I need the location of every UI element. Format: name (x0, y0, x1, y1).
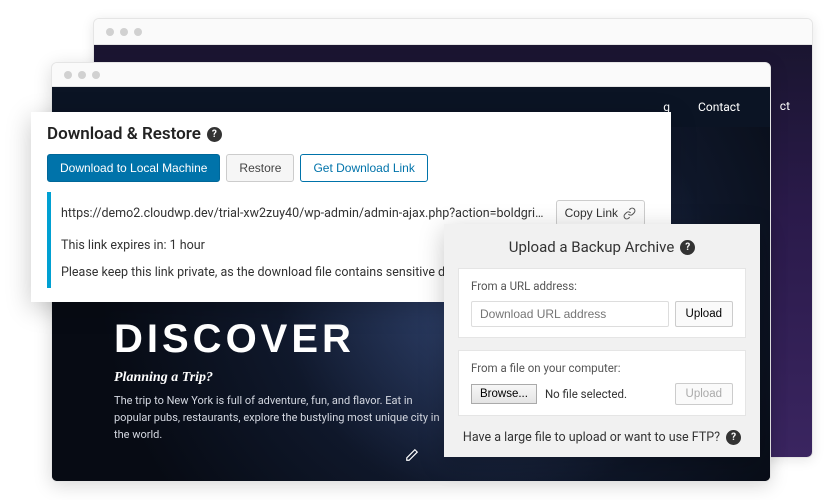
help-icon[interactable]: ? (207, 127, 222, 142)
get-download-link-button[interactable]: Get Download Link (300, 154, 427, 182)
button-row: Download to Local Machine Restore Get Do… (47, 154, 655, 182)
hero-subtitle: Planning a Trip? (114, 370, 444, 386)
panel-heading-text: Download & Restore (47, 124, 201, 144)
copy-link-button[interactable]: Copy Link (556, 200, 645, 226)
ftp-prompt: Have a large file to upload or want to u… (458, 430, 746, 445)
window-dots (106, 28, 142, 36)
nav-fragment: ct (780, 99, 790, 113)
link-icon (623, 207, 636, 220)
panel-heading: Download & Restore ? (47, 124, 655, 144)
upload-file-button: Upload (675, 383, 733, 405)
restore-button[interactable]: Restore (226, 154, 294, 182)
hero-body: The trip to New York is full of adventur… (114, 392, 444, 443)
upload-from-file-block: From a file on your computer: Browse... … (458, 350, 746, 416)
window-dots (64, 71, 100, 79)
help-icon[interactable]: ? (726, 430, 741, 445)
nav-link-contact[interactable]: Contact (698, 100, 740, 114)
dot-icon (106, 28, 114, 36)
window-chrome (52, 63, 770, 87)
ftp-prompt-text: Have a large file to upload or want to u… (463, 430, 720, 445)
upload-panel-heading: Upload a Backup Archive ? (458, 238, 746, 256)
url-input[interactable] (471, 301, 669, 327)
dot-icon (78, 71, 86, 79)
copy-link-label: Copy Link (565, 206, 618, 220)
pencil-icon[interactable] (400, 443, 424, 467)
upload-from-url-block: From a URL address: Upload (458, 268, 746, 338)
file-section-label: From a file on your computer: (471, 361, 733, 375)
help-icon[interactable]: ? (680, 240, 695, 255)
browse-button[interactable]: Browse... (471, 384, 537, 404)
url-section-label: From a URL address: (471, 279, 733, 293)
window-chrome (94, 19, 812, 45)
dot-icon (134, 28, 142, 36)
upload-backup-panel: Upload a Backup Archive ? From a URL add… (444, 224, 760, 457)
download-local-button[interactable]: Download to Local Machine (47, 154, 220, 182)
file-selected-status: No file selected. (545, 387, 667, 401)
dot-icon (120, 28, 128, 36)
dot-icon (64, 71, 72, 79)
dot-icon (92, 71, 100, 79)
hero-title: DISCOVER (114, 317, 444, 362)
upload-url-button[interactable]: Upload (675, 301, 733, 327)
download-link-url: https://demo2.cloudwp.dev/trial-xw2zuy40… (61, 206, 548, 221)
upload-panel-heading-text: Upload a Backup Archive (509, 238, 675, 256)
